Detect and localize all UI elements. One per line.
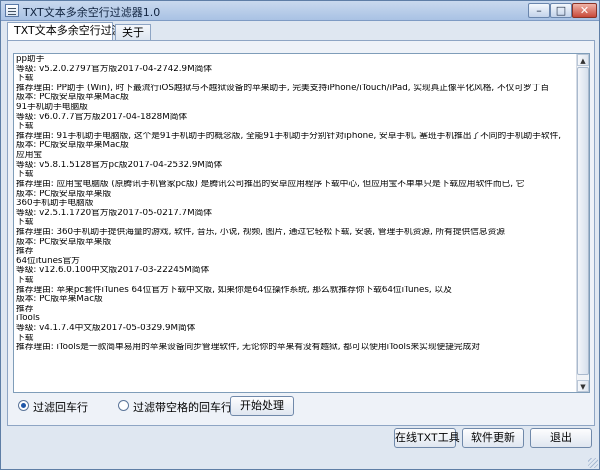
text-line: 推荐理由: PP助手 (Win), 时下最流行iOS越狱与不越狱设备的苹果助手,… — [16, 83, 550, 93]
text-line: 360手机助手电脑版 — [16, 199, 94, 209]
radio-filter-space-lines-label[interactable]: 过滤带空格的回车行 — [133, 399, 232, 415]
scroll-up-icon[interactable]: ▲ — [577, 54, 589, 66]
start-process-button[interactable]: 开始处理 — [230, 396, 294, 416]
close-button[interactable]: ✕ — [572, 3, 597, 18]
text-line: 下载 — [16, 170, 34, 180]
text-content-area[interactable]: pp助手 等级: v5.2.0.2797官方版2017-04-2742.9M简体下… — [13, 53, 590, 393]
text-line: 版本: PC版安卓版苹果Mac版 — [16, 93, 129, 103]
text-line: 等级: v5.2.0.2797官方版2017-04-2742.9M简体 — [16, 64, 212, 74]
maximize-button[interactable]: □ — [550, 3, 572, 18]
minimize-button[interactable]: – — [528, 3, 550, 18]
text-line: 推荐 — [16, 247, 34, 257]
scroll-down-icon[interactable]: ▼ — [577, 380, 589, 392]
text-line: 下载 — [16, 218, 34, 228]
text-line: 推荐 — [16, 304, 34, 314]
text-line: 下载 — [16, 333, 34, 343]
text-line: 版本: PC版苹果Mac版 — [16, 295, 103, 305]
scroll-thumb[interactable] — [577, 67, 589, 375]
text-line: 版本: PC版安卓版苹果版 — [16, 189, 112, 199]
software-update-button[interactable]: 软件更新 — [462, 428, 524, 448]
text-line: 64位itunes官方 — [16, 256, 80, 266]
radio-filter-empty-lines-label[interactable]: 过滤回车行 — [33, 399, 88, 415]
title-bar[interactable]: TXT文本多余空行过滤器1.0 – □ ✕ — [1, 1, 599, 21]
text-line: 下载 — [16, 74, 34, 84]
text-line: 推荐理由: 应用宝电脑版 (原腾讯手机管家pc版) 是腾讯公司推出的安卓应用程序… — [16, 179, 525, 189]
main-window: TXT文本多余空行过滤器1.0 – □ ✕ TXT文本多余空行过滤器 关于 pp… — [0, 0, 600, 470]
text-line: 等级: v2.5.1.1720官方版2017-05-0217.7M简体 — [16, 208, 212, 218]
radio-filter-empty-lines[interactable] — [18, 400, 29, 411]
text-line: 推荐理由: 91手机助手电脑版, 这个是91手机助手的概念版, 全能91手机助手… — [16, 131, 562, 141]
text-line: 下载 — [16, 122, 34, 132]
text-line: 推荐理由: iTools是一款简单易用的苹果设备同步管理软件, 无论你的苹果有没… — [16, 343, 480, 353]
text-line: 等级: v4.1.7.4中文版2017-05-0329.9M简体 — [16, 324, 196, 334]
radio-filter-space-lines[interactable] — [118, 400, 129, 411]
online-txt-tool-button[interactable]: 在线TXT工具 — [394, 428, 460, 448]
tab-about[interactable]: 关于 — [115, 24, 151, 40]
text-line: 推荐理由: 苹果pc套件iTunes 64位官方下载中文版, 如果你是64位操作… — [16, 285, 452, 295]
vertical-scrollbar[interactable]: ▲ ▼ — [576, 54, 589, 392]
text-line: iTools — [16, 314, 40, 324]
tab-panel: pp助手 等级: v5.2.0.2797官方版2017-04-2742.9M简体下… — [7, 40, 595, 426]
text-lines: pp助手 等级: v5.2.0.2797官方版2017-04-2742.9M简体下… — [16, 55, 577, 353]
text-line: 推荐理由: 360手机助手提供海量的游戏, 软件, 音乐, 小说, 视频, 图片… — [16, 227, 505, 237]
text-line: 等级: v12.6.0.100中文版2017-03-22245M简体 — [16, 266, 210, 276]
exit-button[interactable]: 退出 — [530, 428, 592, 448]
window-title: TXT文本多余空行过滤器1.0 — [23, 6, 161, 19]
tab-filter[interactable]: TXT文本多余空行过滤器 — [7, 22, 134, 41]
text-line: pp助手 — [16, 55, 45, 64]
text-line: 91手机助手电脑版 — [16, 103, 88, 113]
notepad-icon — [5, 4, 19, 17]
text-line: 等级: v5.8.1.5128官方pc版2017-04-2532.9M简体 — [16, 160, 223, 170]
text-line: 等级: v6.0.7.7官方版2017-04-1828M简体 — [16, 112, 188, 122]
resize-grip-icon[interactable] — [588, 458, 598, 468]
text-line: 应用宝 — [16, 151, 43, 161]
text-line: 下载 — [16, 276, 34, 286]
text-line: 版本: PC版安卓版苹果版 — [16, 237, 112, 247]
text-line: 版本: PC版安卓版苹果Mac版 — [16, 141, 129, 151]
